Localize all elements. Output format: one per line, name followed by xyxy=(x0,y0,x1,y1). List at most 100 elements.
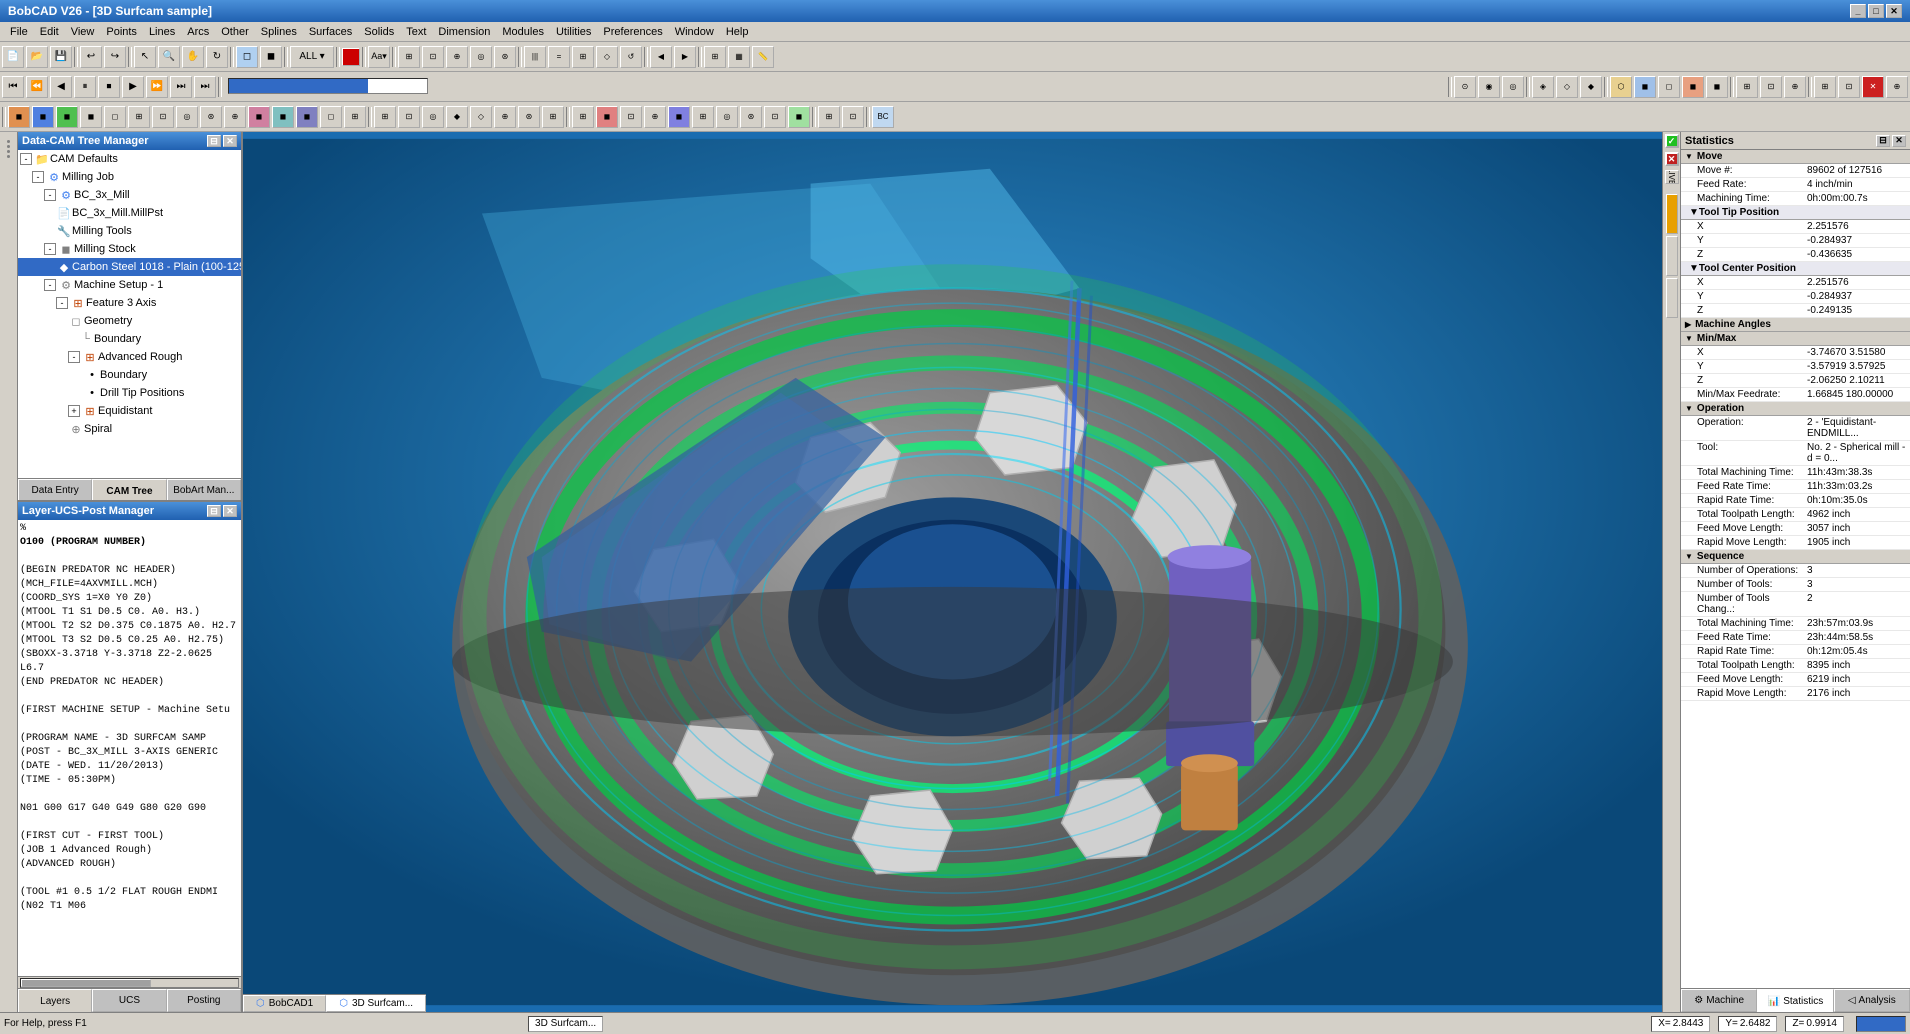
cam-op8[interactable]: ⊛ xyxy=(740,106,762,128)
expand-machine-setup[interactable]: - xyxy=(44,279,56,291)
save-btn[interactable]: 💾 xyxy=(50,46,72,68)
refresh-btn[interactable]: ↺ xyxy=(620,46,642,68)
surf-3[interactable]: ◎ xyxy=(422,106,444,128)
sidebar-indicator-1[interactable] xyxy=(1666,194,1678,234)
cam-op10[interactable]: ◼ xyxy=(788,106,810,128)
view3d-15[interactable]: ⊞ xyxy=(344,106,366,128)
view3d-12[interactable]: ◼ xyxy=(272,106,294,128)
sim-btn2[interactable]: ◇ xyxy=(1556,76,1578,98)
view3d-2[interactable]: ◼ xyxy=(32,106,54,128)
menu-lines[interactable]: Lines xyxy=(143,24,181,40)
surf-2[interactable]: ⊡ xyxy=(398,106,420,128)
menu-modules[interactable]: Modules xyxy=(496,24,550,40)
view3d-10[interactable]: ⊕ xyxy=(224,106,246,128)
tree-item-boundary2[interactable]: • Boundary xyxy=(18,366,241,384)
stats-close[interactable]: ✕ xyxy=(1892,135,1906,147)
view3d-1[interactable]: ◼ xyxy=(8,106,30,128)
tree-item-spiral[interactable]: ⊕ Spiral xyxy=(18,420,241,438)
menu-text[interactable]: Text xyxy=(400,24,432,40)
tab-data-entry[interactable]: Data Entry xyxy=(18,479,92,502)
menu-other[interactable]: Other xyxy=(215,24,255,40)
more2-btn[interactable]: ▶ xyxy=(674,46,696,68)
view-iso[interactable]: ◇ xyxy=(596,46,618,68)
cam-op5[interactable]: ◼ xyxy=(668,106,690,128)
expand-milling-job[interactable]: - xyxy=(32,171,44,183)
redo-btn[interactable]: ↪ xyxy=(104,46,126,68)
play-pause[interactable]: ⏸ xyxy=(74,76,96,98)
menu-preferences[interactable]: Preferences xyxy=(597,24,668,40)
menu-file[interactable]: File xyxy=(4,24,34,40)
surf-7[interactable]: ⊛ xyxy=(518,106,540,128)
pt-snap4[interactable]: ◎ xyxy=(470,46,492,68)
surf-5[interactable]: ◇ xyxy=(470,106,492,128)
measure-btn[interactable]: 📏 xyxy=(752,46,774,68)
close-button[interactable]: ✕ xyxy=(1886,4,1902,18)
menu-solids[interactable]: Solids xyxy=(358,24,400,40)
cam-op9[interactable]: ⊡ xyxy=(764,106,786,128)
minimize-button[interactable]: _ xyxy=(1850,4,1866,18)
open-btn[interactable]: 📂 xyxy=(26,46,48,68)
view3d-5[interactable]: ◻ xyxy=(104,106,126,128)
sim-extra2[interactable]: ⊡ xyxy=(1838,76,1860,98)
sim-extra4[interactable]: ⊕ xyxy=(1886,76,1908,98)
extra-op1[interactable]: ⊞ xyxy=(818,106,840,128)
play-stop[interactable]: ⏹ xyxy=(98,76,120,98)
color-red[interactable] xyxy=(342,48,360,66)
sim-speed2[interactable]: ⊡ xyxy=(1760,76,1782,98)
view-side[interactable]: = xyxy=(548,46,570,68)
menu-points[interactable]: Points xyxy=(100,24,143,40)
font-btn[interactable]: Aa▾ xyxy=(368,46,390,68)
menu-view[interactable]: View xyxy=(65,24,101,40)
surf-4[interactable]: ◆ xyxy=(446,106,468,128)
view3d-3[interactable]: ◼ xyxy=(56,106,78,128)
tree-item-drill-tips[interactable]: • Drill Tip Positions xyxy=(18,384,241,402)
play-next[interactable]: ⏭ xyxy=(170,76,192,98)
view3d-9[interactable]: ⊛ xyxy=(200,106,222,128)
menu-utilities[interactable]: Utilities xyxy=(550,24,597,40)
tab-ucs[interactable]: UCS xyxy=(92,989,166,1012)
layer-ucs-float[interactable]: ⊟ xyxy=(207,505,221,517)
play-ffwd[interactable]: ⏩ xyxy=(146,76,168,98)
wire-btn[interactable]: ◻ xyxy=(236,46,258,68)
play-end[interactable]: ⏭ xyxy=(194,76,216,98)
expand-milling-stock[interactable]: - xyxy=(44,243,56,255)
menu-splines[interactable]: Splines xyxy=(255,24,303,40)
tab-bobart[interactable]: BobArt Man... xyxy=(167,479,241,502)
menu-edit[interactable]: Edit xyxy=(34,24,65,40)
tree-item-milling-job[interactable]: - ⚙ Milling Job xyxy=(18,168,241,186)
tab-analysis[interactable]: ◁ Analysis xyxy=(1834,989,1910,1012)
cam-view1[interactable]: ⊙ xyxy=(1454,76,1476,98)
play-fwd[interactable]: ▶ xyxy=(122,76,144,98)
pt-snap3[interactable]: ⊕ xyxy=(446,46,468,68)
more1-btn[interactable]: ◀ xyxy=(650,46,672,68)
accept-button[interactable]: ✓ xyxy=(1665,134,1679,148)
grid-btn[interactable]: ▦ xyxy=(728,46,750,68)
view3d-8[interactable]: ◎ xyxy=(176,106,198,128)
cam-tree-float[interactable]: ⊟ xyxy=(207,135,221,147)
sidebar-indicator-3[interactable] xyxy=(1666,278,1678,318)
stats-op-header[interactable]: ▼ Operation xyxy=(1681,402,1910,416)
tree-item-machine-setup[interactable]: - ⚙ Machine Setup - 1 xyxy=(18,276,241,294)
sim-extra3[interactable]: ✕ xyxy=(1862,76,1884,98)
pan-btn[interactable]: ✋ xyxy=(182,46,204,68)
sim-extra1[interactable]: ⊞ xyxy=(1814,76,1836,98)
menu-window[interactable]: Window xyxy=(669,24,720,40)
pt-snap1[interactable]: ⊞ xyxy=(398,46,420,68)
expand-cam-defaults[interactable]: - xyxy=(20,153,32,165)
tree-item-milling-stock[interactable]: - ◼ Milling Stock xyxy=(18,240,241,258)
surf-1[interactable]: ⊞ xyxy=(374,106,396,128)
view-top[interactable]: ⊞ xyxy=(572,46,594,68)
shade-btn[interactable]: ◼ xyxy=(260,46,282,68)
sim-btn3[interactable]: ◆ xyxy=(1580,76,1602,98)
tool-btn1[interactable]: ⬡ xyxy=(1610,76,1632,98)
stats-minmax-header[interactable]: ▼ Min/Max xyxy=(1681,332,1910,346)
play-prev[interactable]: ⏪ xyxy=(26,76,48,98)
rotate-btn[interactable]: ↻ xyxy=(206,46,228,68)
view3d-4[interactable]: ◼ xyxy=(80,106,102,128)
expand-bc3xmill[interactable]: - xyxy=(44,189,56,201)
layer-ucs-close[interactable]: ✕ xyxy=(223,505,237,517)
cam-op7[interactable]: ◎ xyxy=(716,106,738,128)
play-begin[interactable]: ⏮ xyxy=(2,76,24,98)
tab-machine[interactable]: ⚙ Machine xyxy=(1681,989,1757,1012)
tab-layers[interactable]: Layers xyxy=(18,989,92,1012)
